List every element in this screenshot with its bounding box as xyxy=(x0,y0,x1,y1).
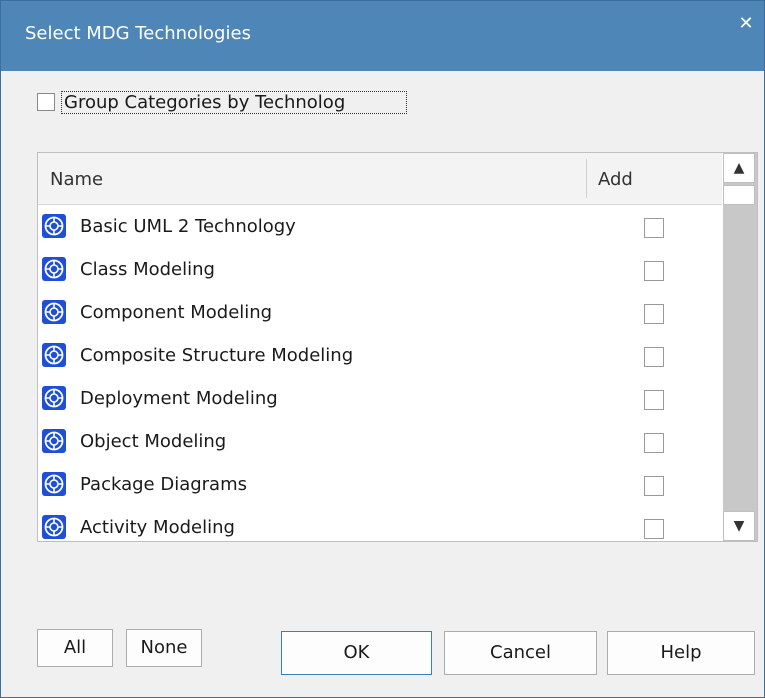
all-button[interactable]: All xyxy=(37,629,113,667)
list-item-name: Class Modeling xyxy=(80,259,215,280)
list-item[interactable]: Component Modeling xyxy=(38,291,722,334)
list-item-name: Component Modeling xyxy=(80,302,273,323)
column-header-name[interactable]: Name xyxy=(50,169,103,190)
mdg-technology-icon xyxy=(42,300,66,324)
mdg-technology-icon xyxy=(42,214,66,238)
vertical-scrollbar[interactable]: ▲ ▼ xyxy=(723,153,757,541)
list-item-name: Deployment Modeling xyxy=(80,388,278,409)
mdg-technology-icon xyxy=(42,515,66,539)
mdg-technology-icon xyxy=(42,472,66,496)
list-item[interactable]: Basic UML 2 Technology xyxy=(38,205,722,248)
add-checkbox[interactable] xyxy=(644,218,664,238)
mdg-technology-icon xyxy=(42,429,66,453)
mdg-technology-icon xyxy=(42,343,66,367)
help-button[interactable]: Help xyxy=(607,631,755,675)
close-icon[interactable]: ✕ xyxy=(734,13,758,35)
column-header-add[interactable]: Add xyxy=(598,169,633,190)
list-item-name: Activity Modeling xyxy=(80,517,235,538)
list-item[interactable]: Activity Modeling xyxy=(38,506,722,541)
scroll-thumb[interactable] xyxy=(723,185,755,205)
mdg-technology-icon xyxy=(42,257,66,281)
list-item[interactable]: Object Modeling xyxy=(38,420,722,463)
group-categories-checkbox[interactable] xyxy=(37,93,55,111)
none-button[interactable]: None xyxy=(126,629,202,667)
select-mdg-technologies-dialog: Select MDG Technologies ✕ Group Categori… xyxy=(0,0,765,698)
column-divider[interactable] xyxy=(586,159,587,198)
cancel-button[interactable]: Cancel xyxy=(444,631,597,675)
list-item-name: Basic UML 2 Technology xyxy=(80,216,296,237)
scroll-down-arrow-icon[interactable]: ▼ xyxy=(723,511,755,541)
group-categories-label[interactable]: Group Categories by Technolog xyxy=(61,90,407,114)
list-item[interactable]: Package Diagrams xyxy=(38,463,722,506)
add-checkbox[interactable] xyxy=(644,304,664,324)
add-checkbox[interactable] xyxy=(644,433,664,453)
add-checkbox[interactable] xyxy=(644,476,664,496)
group-categories-option[interactable]: Group Categories by Technolog xyxy=(37,89,407,115)
title-bar: Select MDG Technologies ✕ xyxy=(1,1,764,71)
technology-list: Name Add Basic UML 2 Technology Class Mod… xyxy=(37,152,758,542)
list-item[interactable]: Class Modeling xyxy=(38,248,722,291)
dialog-title: Select MDG Technologies xyxy=(25,23,251,44)
list-item-name: Package Diagrams xyxy=(80,474,247,495)
list-item-name: Composite Structure Modeling xyxy=(80,345,354,366)
list-item-name: Object Modeling xyxy=(80,431,227,452)
add-checkbox[interactable] xyxy=(644,390,664,410)
add-checkbox[interactable] xyxy=(644,347,664,367)
ok-button[interactable]: OK xyxy=(281,631,432,675)
scroll-up-arrow-icon[interactable]: ▲ xyxy=(723,153,755,183)
list-item[interactable]: Deployment Modeling xyxy=(38,377,722,420)
list-header: Name Add xyxy=(38,153,722,205)
mdg-technology-icon xyxy=(42,386,66,410)
list-item[interactable]: Composite Structure Modeling xyxy=(38,334,722,377)
list-rows: Basic UML 2 Technology Class Modeling Comp… xyxy=(38,205,722,541)
add-checkbox[interactable] xyxy=(644,261,664,281)
add-checkbox[interactable] xyxy=(644,519,664,539)
